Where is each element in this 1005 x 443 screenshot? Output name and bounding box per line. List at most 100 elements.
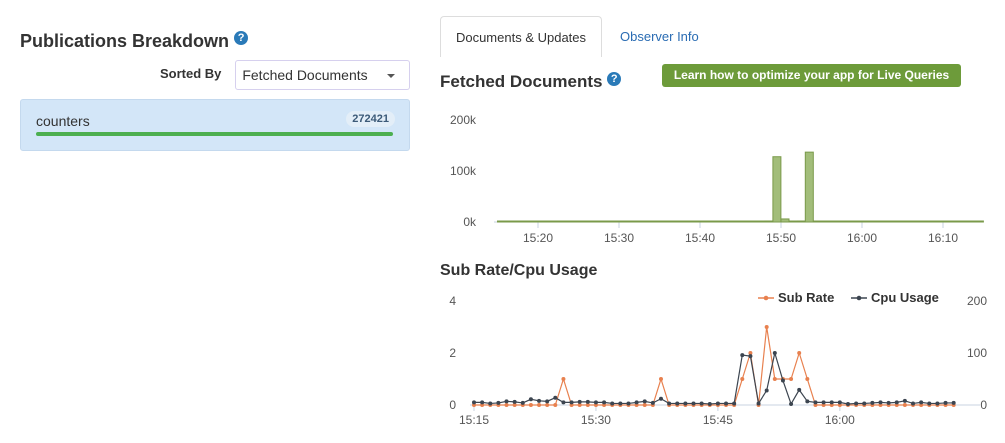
bar <box>715 220 725 223</box>
data-point <box>667 401 672 406</box>
bar <box>788 220 798 223</box>
data-point <box>480 400 485 405</box>
data-point <box>878 400 883 405</box>
data-point <box>821 400 826 405</box>
data-point <box>602 400 607 405</box>
data-point <box>724 401 729 406</box>
bar <box>748 220 758 223</box>
bar <box>659 220 668 223</box>
legend-label: Cpu Usage <box>871 290 939 305</box>
bar <box>893 220 903 223</box>
bar <box>837 220 847 223</box>
bar <box>683 220 693 223</box>
y-left-tick-label: 0 <box>449 398 456 412</box>
bar <box>578 220 587 223</box>
bar <box>958 220 968 223</box>
data-point <box>902 398 907 403</box>
data-point <box>545 399 550 404</box>
charts-canvas: 0k 100k 200k 15:20 15:30 15:40 15:50 16:00 16:10… <box>449 113 987 427</box>
bar <box>634 220 644 223</box>
bar <box>521 220 531 223</box>
data-point <box>943 400 948 405</box>
bar <box>707 220 717 223</box>
data-point <box>951 400 956 405</box>
data-point <box>528 403 533 407</box>
data-point <box>837 400 842 405</box>
data-point <box>789 377 794 381</box>
series-line <box>474 326 954 406</box>
data-point <box>935 401 940 406</box>
data-point <box>683 401 688 406</box>
data-point <box>642 399 647 404</box>
bar <box>561 220 571 223</box>
data-point <box>789 401 794 406</box>
bar <box>756 220 766 223</box>
bar <box>861 220 871 223</box>
x-tick-label: 16:00 <box>847 231 877 245</box>
x-tick-label: 15:45 <box>703 413 733 427</box>
x-tick-label: 15:15 <box>459 413 489 427</box>
data-point <box>805 377 810 381</box>
data-point <box>764 325 769 329</box>
data-point <box>854 401 859 406</box>
bar <box>691 220 701 223</box>
x-tick-label: 15:30 <box>581 413 611 427</box>
data-point <box>537 398 542 403</box>
bar <box>950 220 960 223</box>
x-tick-label: 16:10 <box>928 231 958 245</box>
data-point <box>569 400 574 405</box>
y-tick-label: 0k <box>463 215 477 229</box>
data-point <box>561 400 566 405</box>
data-point <box>675 401 680 406</box>
bar <box>974 220 984 223</box>
legend-marker <box>856 295 862 301</box>
data-point <box>642 403 647 407</box>
bar <box>602 220 612 223</box>
data-point <box>553 395 558 400</box>
bar <box>569 220 579 223</box>
bar <box>513 220 523 223</box>
data-point <box>650 400 655 405</box>
bar <box>667 220 677 223</box>
data-point <box>504 403 509 407</box>
bar <box>821 220 830 223</box>
y-right-tick-label: 0 <box>980 398 987 412</box>
data-point <box>772 377 777 381</box>
bar <box>829 220 839 223</box>
y-right-tick-label: 100 <box>967 346 987 360</box>
bar <box>731 220 741 223</box>
data-point <box>472 400 476 405</box>
data-point <box>732 401 737 406</box>
bar <box>626 220 636 223</box>
data-point <box>748 354 753 359</box>
data-point <box>862 401 867 406</box>
bar <box>537 220 547 223</box>
data-point <box>626 401 631 406</box>
bar <box>918 220 928 223</box>
bar <box>796 220 806 223</box>
data-point <box>756 401 761 406</box>
bar <box>926 220 936 223</box>
data-point <box>894 400 899 405</box>
bar <box>942 220 952 223</box>
data-point <box>772 351 777 355</box>
data-point <box>658 396 663 401</box>
bar <box>910 220 920 223</box>
bar <box>877 220 887 223</box>
data-point <box>610 401 615 406</box>
data-point <box>902 403 907 407</box>
data-point <box>829 400 834 405</box>
data-point <box>520 400 525 405</box>
data-point <box>813 400 818 405</box>
bar <box>804 151 814 223</box>
bar <box>740 220 749 223</box>
legend-marker <box>763 295 769 301</box>
data-point <box>537 403 542 407</box>
data-point <box>618 401 623 406</box>
bar <box>497 220 506 223</box>
bar <box>934 220 944 223</box>
bar <box>505 220 515 223</box>
data-point <box>545 403 550 407</box>
data-point <box>919 400 924 405</box>
bar <box>764 220 774 223</box>
